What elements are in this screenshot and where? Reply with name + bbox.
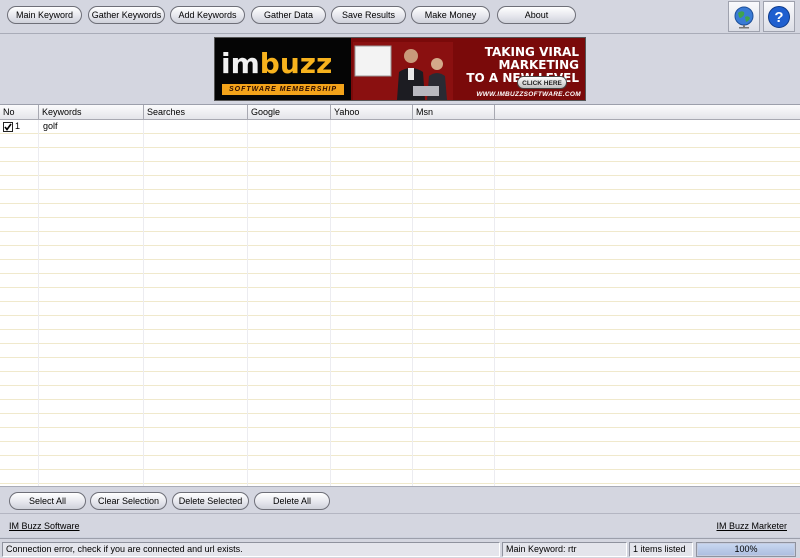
toolbar: Main Keyword Gather Keywords Add Keyword…	[0, 0, 800, 34]
banner-url: WWW.IMBUZZSOFTWARE.COM	[476, 91, 581, 98]
delete-selected-button[interactable]: Delete Selected	[172, 492, 249, 510]
column-header-keywords[interactable]: Keywords	[39, 105, 144, 119]
im-buzz-marketer-link[interactable]: IM Buzz Marketer	[716, 521, 787, 531]
grid-column-divider	[412, 120, 413, 486]
column-header-yahoo[interactable]: Yahoo	[331, 105, 413, 119]
im-buzz-software-link[interactable]: IM Buzz Software	[9, 521, 80, 531]
column-header-searches[interactable]: Searches	[144, 105, 248, 119]
grid-column-divider	[330, 120, 331, 486]
checkmark-icon	[4, 123, 12, 131]
help-icon: ?	[768, 6, 790, 28]
link-bar: IM Buzz Software IM Buzz Marketer	[0, 513, 800, 537]
help-button[interactable]: ?	[763, 1, 795, 32]
about-button[interactable]: About	[497, 6, 576, 24]
progress-text: 100%	[734, 544, 758, 554]
column-header-msn[interactable]: Msn	[413, 105, 495, 119]
banner-click-here-button[interactable]: CLICK HERE	[517, 76, 567, 89]
selection-action-bar: Select All Clear Selection Delete Select…	[0, 486, 800, 513]
svg-text:?: ?	[774, 9, 783, 26]
main-keyword-button[interactable]: Main Keyword	[7, 6, 82, 24]
status-bar: Connection error, check if you are conne…	[0, 538, 800, 558]
globe-button[interactable]	[728, 1, 760, 32]
cell-searches	[144, 120, 147, 133]
grid-rows	[0, 120, 800, 486]
cell-msn	[413, 120, 416, 133]
status-message: Connection error, check if you are conne…	[2, 542, 500, 557]
table-row[interactable]: 1 golf	[0, 120, 800, 134]
keyword-grid: No Keywords Searches Google Yahoo Msn 1 …	[0, 105, 800, 486]
save-results-button[interactable]: Save Results	[331, 6, 406, 24]
grid-column-divider	[143, 120, 144, 486]
cell-no: 1	[15, 121, 21, 131]
imbuzz-banner-ad[interactable]: imbuzz SOFTWARE MEMBERSHIP TAKING VIRAL …	[214, 37, 586, 101]
banner-subtitle: SOFTWARE MEMBERSHIP	[222, 84, 344, 95]
banner-logo-panel: imbuzz SOFTWARE MEMBERSHIP	[215, 38, 351, 100]
delete-all-button[interactable]: Delete All	[254, 492, 330, 510]
cell-keyword: golf	[43, 121, 58, 131]
grid-column-divider	[494, 120, 495, 486]
status-main-keyword: Main Keyword: rtr	[502, 542, 627, 557]
clear-selection-button[interactable]: Clear Selection	[90, 492, 167, 510]
progress-bar: 100%	[696, 542, 796, 557]
grid-column-divider	[38, 120, 39, 486]
status-items-count: 1 items listed	[629, 542, 693, 557]
make-money-button[interactable]: Make Money	[411, 6, 490, 24]
banner-area: imbuzz SOFTWARE MEMBERSHIP TAKING VIRAL …	[0, 34, 800, 105]
gather-data-button[interactable]: Gather Data	[251, 6, 326, 24]
column-header-google[interactable]: Google	[248, 105, 331, 119]
grid-column-divider	[247, 120, 248, 486]
add-keywords-button[interactable]: Add Keywords	[170, 6, 245, 24]
select-all-button[interactable]: Select All	[9, 492, 86, 510]
gather-keywords-button[interactable]: Gather Keywords	[88, 6, 165, 24]
imbuzz-logo: imbuzz	[221, 47, 333, 80]
column-header-no[interactable]: No	[0, 105, 39, 119]
globe-icon	[734, 6, 754, 29]
cell-google	[248, 120, 251, 133]
cell-yahoo	[331, 120, 334, 133]
grid-header: No Keywords Searches Google Yahoo Msn	[0, 105, 800, 120]
